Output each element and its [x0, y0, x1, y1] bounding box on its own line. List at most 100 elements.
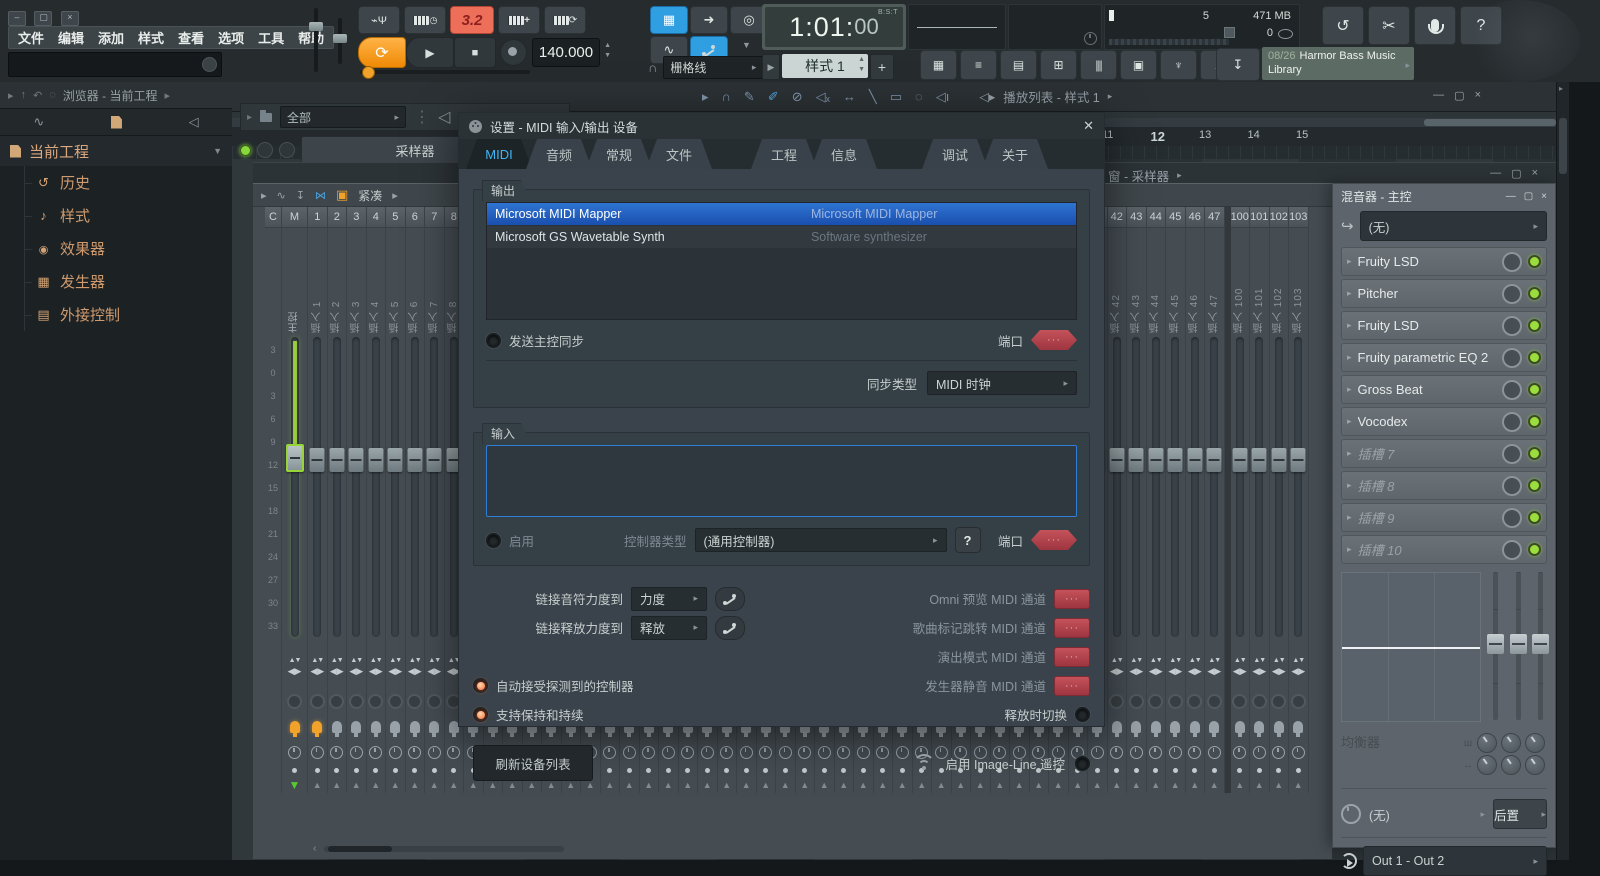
- track-dot[interactable]: [1237, 763, 1242, 777]
- mixer-layout-selector[interactable]: 紧凑: [358, 187, 382, 204]
- back-icon[interactable]: ↶: [33, 89, 42, 102]
- track-number[interactable]: 4: [367, 207, 386, 228]
- fader-down-icon[interactable]: ↧: [296, 189, 305, 202]
- settings-tab[interactable]: 调试: [922, 139, 988, 169]
- blend-notes-display[interactable]: 3.2: [450, 6, 494, 34]
- send-master-sync-radio[interactable]: [486, 333, 501, 348]
- shuffle-slider[interactable]: [360, 70, 530, 74]
- track-dot[interactable]: [451, 763, 456, 777]
- minimize-icon[interactable]: —: [1490, 167, 1501, 180]
- link-note-button[interactable]: [715, 587, 745, 611]
- slot-mix-knob[interactable]: [1502, 252, 1522, 272]
- minimize-icon[interactable]: —: [1433, 89, 1444, 102]
- track-clock[interactable]: [389, 741, 402, 763]
- chevron-right-icon[interactable]: ▸: [1347, 288, 1352, 299]
- menu-item[interactable]: 查看: [171, 28, 211, 47]
- chevron-right-icon[interactable]: ▸: [8, 89, 14, 102]
- menu-item[interactable]: 选项: [211, 28, 251, 47]
- track-arm-icon[interactable]: [430, 777, 439, 793]
- midi-output-device-row[interactable]: Microsoft GS Wavetable Synth Software sy…: [487, 226, 1076, 248]
- track-name[interactable]: 插入 101: [1250, 228, 1269, 333]
- wait-for-input-button[interactable]: ⟳: [544, 6, 586, 34]
- time-mode-label[interactable]: B:S:T: [878, 9, 898, 16]
- track-knob[interactable]: [1187, 689, 1202, 713]
- eq-band-slider[interactable]: [1493, 572, 1498, 720]
- dialog-titlebar[interactable]: 设置 - MIDI 输入/输出 设备 ✕: [459, 113, 1104, 139]
- mixer-track-strip[interactable]: 4 插入 4 ▲▼◀▶: [367, 207, 387, 793]
- pan-arrows-icon[interactable]: ◀▶: [427, 665, 441, 677]
- download-button[interactable]: ↧: [1216, 48, 1260, 81]
- track-dot[interactable]: [315, 763, 320, 777]
- slot-enable-led[interactable]: [1528, 479, 1541, 492]
- effect-slot[interactable]: ▸ Fruity LSD: [1341, 311, 1547, 340]
- track-arm-icon[interactable]: [1255, 777, 1264, 793]
- track-knob[interactable]: [388, 689, 403, 713]
- pattern-selector[interactable]: 样式 1▲▼: [782, 54, 868, 78]
- track-clock[interactable]: [350, 741, 363, 763]
- hold-sustain-radio[interactable]: [473, 707, 488, 722]
- midi-output-list[interactable]: Microsoft MIDI Mapper Microsoft MIDI Map…: [486, 202, 1077, 320]
- mixer-track-strip[interactable]: 100 插入 100 ▲▼◀▶: [1231, 207, 1251, 793]
- slot-mix-knob[interactable]: [1502, 540, 1522, 560]
- crossfade-icon[interactable]: ⋈: [315, 189, 326, 202]
- output-port-control[interactable]: ···: [1031, 330, 1077, 350]
- mixer-track-strip[interactable]: 1 插入 1 ▲▼◀▶: [308, 207, 328, 793]
- track-fader[interactable]: [1186, 333, 1205, 643]
- track-arm-icon[interactable]: [449, 777, 458, 793]
- mixer-track-strip[interactable]: 46 插入 46 ▲▼◀▶: [1186, 207, 1206, 793]
- track-name[interactable]: 插入 45: [1166, 228, 1185, 333]
- mixer-track-strip[interactable]: 7 插入 7 ▲▼◀▶: [425, 207, 445, 793]
- track-arm-icon[interactable]: [391, 777, 400, 793]
- chevron-right-icon[interactable]: ▸: [1347, 416, 1352, 427]
- up-arrow-icon[interactable]: ↑: [21, 89, 27, 101]
- chevron-right-icon[interactable]: ▸: [1347, 256, 1352, 267]
- track-arm-icon[interactable]: [1294, 777, 1303, 793]
- track-knob[interactable]: [349, 689, 364, 713]
- effect-slot[interactable]: ▸ Vocodex: [1341, 407, 1547, 436]
- menu-item[interactable]: 编辑: [51, 28, 91, 47]
- effect-slot-name[interactable]: Fruity parametric EQ 2: [1358, 350, 1496, 365]
- mixer-track-strip[interactable]: 5 插入 5 ▲▼◀▶: [386, 207, 406, 793]
- chevron-down-icon[interactable]: ▼: [742, 40, 751, 50]
- effect-slot[interactable]: ▸ 插槽 8: [1341, 471, 1547, 500]
- project-tab-icon[interactable]: [111, 116, 122, 129]
- effect-slot-name[interactable]: Fruity LSD: [1358, 254, 1496, 269]
- slot-mix-knob[interactable]: [1502, 508, 1522, 528]
- omni-preview-channel-control[interactable]: ···: [1054, 589, 1090, 609]
- channel-enable-led[interactable]: [240, 145, 251, 156]
- fx-slot[interactable]: [332, 713, 342, 741]
- track-knob[interactable]: [1207, 689, 1222, 713]
- track-fader[interactable]: [328, 333, 347, 643]
- restore-icon[interactable]: ▢: [34, 11, 52, 26]
- track-dot[interactable]: [354, 763, 359, 777]
- eq-width-knob[interactable]: [1501, 755, 1521, 775]
- track-knob[interactable]: [368, 689, 383, 713]
- channel-volume-knob[interactable]: [279, 142, 295, 158]
- menu-item[interactable]: 添加: [91, 28, 131, 47]
- fader-thumb[interactable]: [1187, 448, 1202, 472]
- track-knob[interactable]: [1291, 689, 1306, 713]
- minimize-icon[interactable]: —: [1506, 191, 1516, 202]
- track-knob[interactable]: [1129, 689, 1144, 713]
- enable-input-radio[interactable]: [486, 533, 501, 548]
- stereo-sep-arrows-icon[interactable]: ▲▼: [1273, 656, 1285, 665]
- main-volume-slider[interactable]: [314, 8, 318, 72]
- fader-thumb[interactable]: [286, 444, 304, 472]
- pan-arrows-icon[interactable]: ◀▶: [369, 665, 383, 677]
- pan-arrows-icon[interactable]: ◀▶: [408, 665, 422, 677]
- track-name[interactable]: 插入 103: [1289, 228, 1308, 333]
- track-number[interactable]: 44: [1147, 207, 1166, 228]
- close-icon[interactable]: ×: [61, 11, 79, 26]
- pan-arrows-icon[interactable]: ◀▶: [1252, 665, 1266, 677]
- track-clock[interactable]: [288, 741, 301, 763]
- time-display[interactable]: 1:01:00 B:S:T: [765, 7, 903, 47]
- waveform-tab-icon[interactable]: ∿: [33, 114, 44, 130]
- fx-slot[interactable]: [1170, 713, 1180, 741]
- settings-tab[interactable]: 工程: [751, 139, 817, 169]
- track-dot[interactable]: [1192, 763, 1197, 777]
- track-dot[interactable]: [1296, 763, 1301, 777]
- collapse-icon[interactable]: ▼: [213, 146, 222, 156]
- microphone-button[interactable]: [1414, 6, 1456, 45]
- fader-thumb[interactable]: [1168, 448, 1183, 472]
- typing-keyboard-button[interactable]: ⌁Ψ: [358, 6, 400, 34]
